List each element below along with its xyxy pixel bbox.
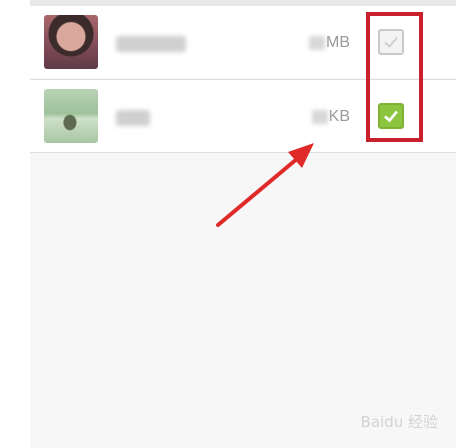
annotation-arrow	[216, 143, 314, 227]
watermark: Baidu 经验	[360, 413, 438, 431]
arrow-shaft	[216, 156, 300, 227]
